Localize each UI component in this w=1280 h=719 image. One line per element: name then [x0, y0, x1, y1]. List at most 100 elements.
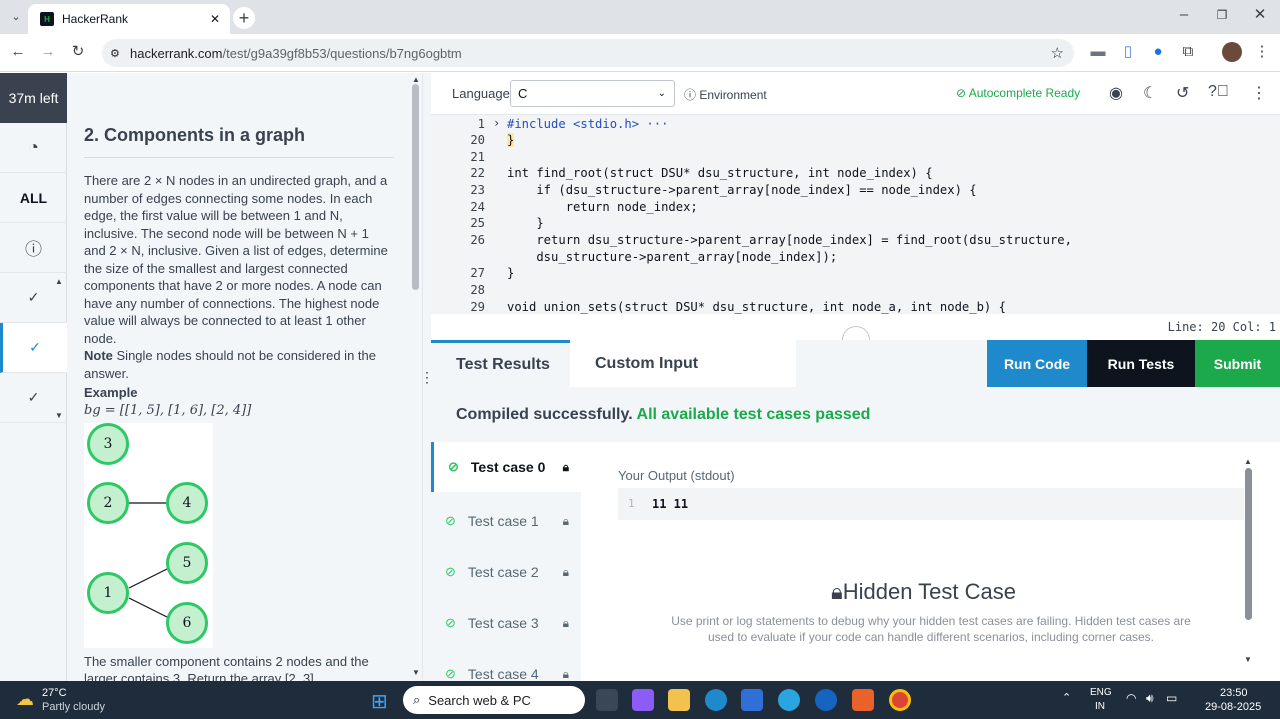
autocomplete-status[interactable]: ⊘ Autocomplete Ready	[956, 86, 1080, 100]
copilot-icon[interactable]	[632, 689, 654, 711]
help-icon[interactable]: ?⃝	[1208, 83, 1229, 101]
problem-scrollbar[interactable]	[412, 84, 419, 290]
rail-scroll-down-icon[interactable]: ▼	[55, 411, 63, 420]
windows-taskbar: ☁ 27°C Partly cloudy ⊞ ⌕ Search web & PC…	[0, 681, 1280, 719]
question-nav-rail: 37m left ◔ ALL ⓘ ✓ ✓ ✓ ▲ ▼	[0, 73, 67, 681]
code-editor[interactable]: › 1 #include <stdio.h> ··· 20 } 21 22 in…	[431, 115, 1280, 314]
maximize-icon[interactable]: ❐	[1212, 6, 1232, 24]
site-info-icon[interactable]: ⚙	[110, 47, 120, 60]
tab-test-results[interactable]: Test Results	[431, 340, 570, 387]
passed-text: All available test cases passed	[636, 406, 871, 423]
bookmark-star-icon[interactable]: ☆	[1051, 44, 1064, 62]
test-case-label: Test case 4	[467, 666, 539, 681]
line-number: 25	[470, 216, 485, 230]
test-case-item[interactable]: ⊘ Test case 4 🔒︎	[431, 649, 581, 681]
forward-icon[interactable]: →	[38, 43, 58, 61]
history-icon[interactable]: ↺	[1176, 83, 1189, 103]
question-2-check-icon[interactable]: ✓	[0, 323, 67, 373]
hp-icon[interactable]	[815, 689, 837, 711]
test-case-item[interactable]: ⊘ Test case 1 🔒︎	[431, 496, 581, 546]
language-indicator[interactable]: ENG	[1090, 687, 1112, 698]
lock-icon: 🔒︎	[831, 579, 843, 604]
note-label: Note	[84, 348, 113, 363]
new-tab-icon[interactable]: +	[233, 7, 255, 29]
language-select[interactable]: C ⌄	[510, 80, 675, 107]
dark-mode-moon-icon[interactable]: ☾	[1143, 83, 1157, 103]
edge-browser-icon[interactable]	[705, 689, 727, 711]
chrome-menu-icon[interactable]: ⋮	[1252, 43, 1272, 61]
lock-icon: 🔒︎	[562, 615, 569, 630]
microsoft-store-icon[interactable]	[741, 689, 763, 711]
test-case-item[interactable]: ⊘ Test case 2 🔒︎	[431, 547, 581, 597]
url-field[interactable]: ⚙ hackerrank.com/test/g9a39gf8b53/questi…	[102, 39, 1074, 67]
back-icon[interactable]: ←	[8, 43, 28, 61]
taskbar-search[interactable]: ⌕ Search web & PC	[403, 686, 585, 714]
hackerrank-favicon-icon: H	[40, 12, 54, 26]
chrome-icon[interactable]	[889, 689, 911, 711]
panel-splitter[interactable]: ⋮	[420, 73, 434, 681]
example-graph-image: 3 2 4 5 1 6	[84, 423, 213, 648]
output-scrollbar[interactable]	[1245, 468, 1252, 620]
rail-all-button[interactable]: ALL	[0, 173, 67, 223]
example-value: bg = [[1, 5], [1, 6], [2, 4]]	[84, 402, 252, 418]
submit-button[interactable]: Submit	[1195, 340, 1280, 387]
tab-custom-input[interactable]: Custom Input	[570, 340, 796, 387]
windows-start-icon[interactable]: ⊞	[371, 689, 388, 714]
browser-tab[interactable]: H HackerRank ✕	[28, 4, 230, 34]
battery-icon[interactable]: ▭	[1166, 691, 1177, 705]
lock-icon: 🔒︎	[562, 564, 569, 579]
eye-icon[interactable]: ◉	[1109, 83, 1123, 103]
lock-icon: 🔒︎	[562, 666, 569, 681]
language-label: Language	[452, 86, 510, 101]
reload-icon[interactable]: ↻	[68, 43, 88, 61]
minimize-icon[interactable]: –	[1174, 6, 1194, 24]
compass-icon[interactable]: ◔	[0, 123, 67, 173]
problem-scroll-down-icon[interactable]: ▼	[412, 668, 420, 677]
test-case-item[interactable]: ⊘ Test case 0 🔒︎	[431, 442, 581, 492]
weather-icon[interactable]: ☁	[16, 689, 34, 710]
app-icon[interactable]	[778, 689, 800, 711]
speaker-icon[interactable]: 🔊︎	[1146, 691, 1154, 706]
close-tab-icon[interactable]: ✕	[210, 12, 220, 26]
graph-node: 1	[87, 572, 129, 614]
test-case-label: Test case 0	[470, 459, 546, 475]
fold-chevron-icon[interactable]: ›	[493, 116, 500, 130]
extension-icon[interactable]: ▬	[1088, 43, 1108, 61]
clock-time[interactable]: 23:50	[1220, 687, 1248, 699]
problem-scroll-up-icon[interactable]: ▲	[412, 75, 420, 84]
language-value: C	[518, 86, 528, 101]
output-scroll-up-icon[interactable]: ▲	[1244, 457, 1252, 466]
extensions-puzzle-icon[interactable]: ⧉	[1178, 43, 1198, 61]
output-scroll-down-icon[interactable]: ▼	[1244, 655, 1252, 664]
close-window-icon[interactable]: ✕	[1250, 6, 1270, 24]
wifi-icon[interactable]: ◠	[1126, 691, 1136, 705]
run-code-button[interactable]: Run Code	[987, 340, 1087, 387]
output-panel: Your Output (stdout) 1 11 11 🔒︎Hidden Te…	[581, 442, 1280, 681]
clock-date: 29-08-2025	[1205, 701, 1262, 713]
line-number: 24	[470, 200, 485, 214]
compile-status: Compiled successfully. All available tes…	[431, 387, 1280, 442]
chevron-up-icon[interactable]: ⌃	[1062, 691, 1071, 704]
app-icon[interactable]	[852, 689, 874, 711]
output-box: 1 11 11	[618, 488, 1244, 520]
extension-icon[interactable]: ●	[1148, 43, 1168, 61]
url-host: hackerrank.com	[130, 45, 223, 61]
problem-explanation: The smaller component contains 2 nodes a…	[84, 654, 369, 681]
test-case-item[interactable]: ⊘ Test case 3 🔒︎	[431, 598, 581, 648]
environment-button[interactable]: ⓘ Environment	[684, 86, 767, 103]
run-tests-button[interactable]: Run Tests	[1087, 340, 1195, 387]
line-number: 28	[470, 283, 485, 297]
extension-icon[interactable]: ▯	[1118, 43, 1138, 61]
info-icon[interactable]: ⓘ	[0, 223, 67, 273]
rail-scroll-up-icon[interactable]: ▲	[55, 277, 63, 286]
check-circle-icon: ⊘	[445, 666, 456, 681]
environment-label: Environment	[699, 88, 767, 102]
lock-icon: 🔒︎	[562, 459, 569, 474]
tab-title: HackerRank	[62, 12, 129, 26]
line-number: 26	[470, 233, 485, 247]
profile-avatar[interactable]	[1222, 42, 1242, 62]
task-view-icon[interactable]	[596, 689, 618, 711]
tab-menu-icon[interactable]: ⌄	[6, 8, 26, 26]
more-options-icon[interactable]: ⋮	[1251, 83, 1267, 103]
file-explorer-icon[interactable]	[668, 689, 690, 711]
